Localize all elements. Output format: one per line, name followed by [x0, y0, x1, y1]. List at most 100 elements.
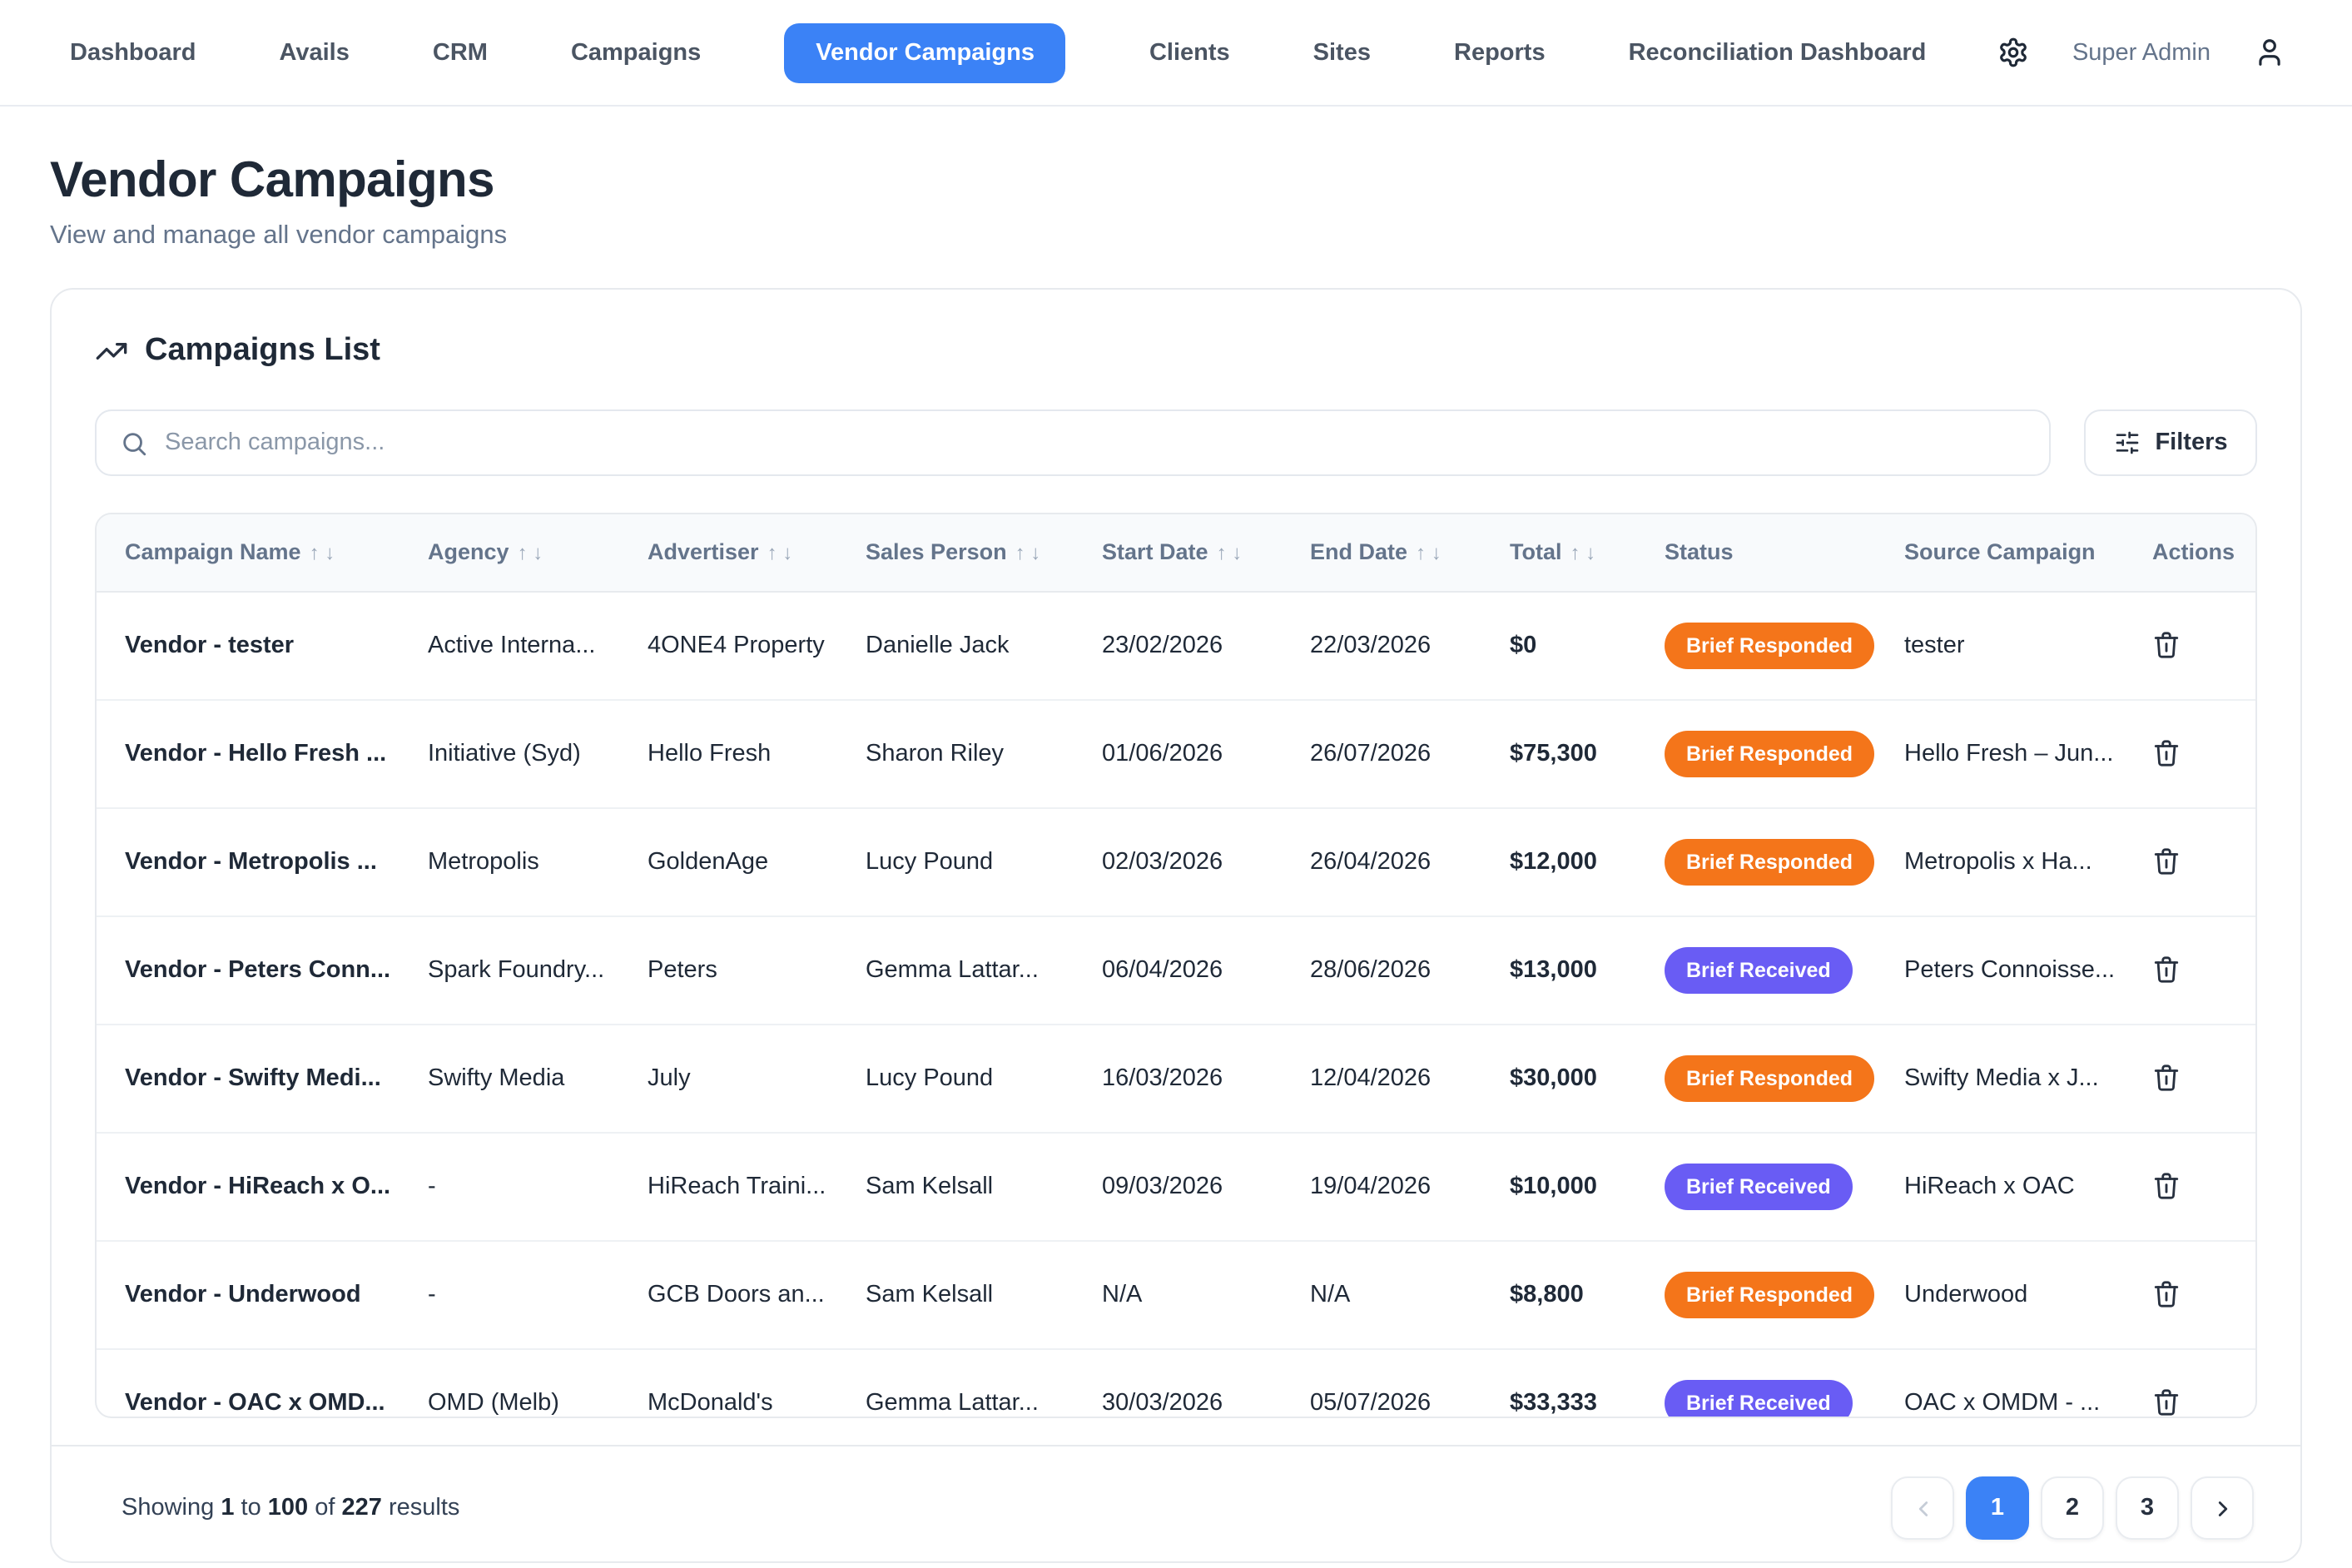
column-header-actions: Actions — [2124, 514, 2257, 591]
column-header-source-campaign: Source Campaign — [1876, 514, 2124, 591]
cell-source: tester — [1876, 591, 2124, 699]
nav-item-sites[interactable]: Sites — [1313, 39, 1371, 66]
cell-source: Swifty Media x J... — [1876, 1024, 2124, 1132]
results-summary: Showing 1 to 100 of 227 results — [122, 1495, 459, 1521]
cell-status: Brief Received — [1636, 1132, 1876, 1240]
chevron-right-icon — [2210, 1496, 2235, 1521]
nav-item-crm[interactable]: CRM — [433, 39, 488, 66]
nav-item-avails[interactable]: Avails — [280, 39, 350, 66]
cell-agency: - — [399, 1240, 619, 1348]
column-header-end-date[interactable]: End Date↑ ↓ — [1282, 514, 1481, 591]
sort-arrows-icon[interactable]: ↑ ↓ — [518, 542, 543, 565]
cell-advertiser: Peters — [619, 915, 837, 1024]
cell-campaign: Vendor - HiReach x O... — [97, 1132, 399, 1240]
nav-item-dashboard[interactable]: Dashboard — [70, 39, 196, 66]
delete-campaign-button[interactable] — [2152, 1064, 2181, 1092]
column-label: Source Campaign — [1904, 540, 2096, 565]
delete-campaign-button[interactable] — [2152, 1389, 2181, 1417]
user-name-label[interactable]: Super Admin — [2072, 39, 2211, 66]
sliders-icon — [2113, 429, 2140, 456]
delete-campaign-button[interactable] — [2152, 1280, 2181, 1308]
cell-status: Brief Responded — [1636, 1240, 1876, 1348]
delete-campaign-button[interactable] — [2152, 1172, 2181, 1200]
column-header-total[interactable]: Total ↑ ↓ — [1481, 514, 1636, 591]
cell-actions — [2124, 1024, 2257, 1132]
trash-icon — [2152, 1172, 2181, 1200]
cell-agency: OMD (Melb) — [399, 1348, 619, 1418]
cell-advertiser: July — [619, 1024, 837, 1132]
cell-actions — [2124, 591, 2257, 699]
sort-arrows-icon[interactable]: ↑ ↓ — [1217, 542, 1243, 565]
cell-advertiser: 4ONE4 Property — [619, 591, 837, 699]
cell-agency: Spark Foundry... — [399, 915, 619, 1024]
page-button-1[interactable]: 1 — [1966, 1476, 2029, 1540]
table-body: Vendor - testerActive Interna...4ONE4 Pr… — [97, 591, 2257, 1418]
cell-start: 16/03/2026 — [1074, 1024, 1282, 1132]
cell-status: Brief Received — [1636, 915, 1876, 1024]
cell-status: Brief Responded — [1636, 591, 1876, 699]
cell-sales: Lucy Pound — [837, 1024, 1074, 1132]
nav-item-campaigns[interactable]: Campaigns — [571, 39, 701, 66]
cell-agency: Swifty Media — [399, 1024, 619, 1132]
column-header-sales-person[interactable]: Sales Person↑ ↓ — [837, 514, 1074, 591]
account-button[interactable] — [2254, 37, 2285, 68]
cell-end: 19/04/2026 — [1282, 1132, 1481, 1240]
trash-icon — [2152, 739, 2181, 767]
sort-arrows-icon[interactable]: ↑ ↓ — [1015, 542, 1041, 565]
column-label: Start Date — [1102, 540, 1208, 565]
status-badge: Brief Responded — [1665, 730, 1874, 777]
cell-source: OAC x OMDM - ... — [1876, 1348, 2124, 1418]
delete-campaign-button[interactable] — [2152, 739, 2181, 767]
cell-status: Brief Responded — [1636, 699, 1876, 807]
nav-item-vendor-campaigns[interactable]: Vendor Campaigns — [784, 22, 1066, 82]
table-row: Vendor - Metropolis ...MetropolisGoldenA… — [97, 807, 2257, 915]
table-row: Vendor - OAC x OMD...OMD (Melb)McDonald'… — [97, 1348, 2257, 1418]
cell-actions — [2124, 1132, 2257, 1240]
page-title: Vendor Campaigns — [50, 153, 2302, 210]
cell-source: HiReach x OAC — [1876, 1132, 2124, 1240]
filters-button[interactable]: Filters — [2084, 409, 2257, 476]
table-row: Vendor - Hello Fresh ...Initiative (Syd)… — [97, 699, 2257, 807]
pagination: 123 — [1891, 1476, 2254, 1540]
column-header-advertiser[interactable]: Advertiser↑ ↓ — [619, 514, 837, 591]
nav-item-clients[interactable]: Clients — [1149, 39, 1230, 66]
status-badge: Brief Received — [1665, 1380, 1853, 1419]
cell-agency: Metropolis — [399, 807, 619, 915]
page-button-3[interactable]: 3 — [2116, 1476, 2179, 1540]
cell-start: 06/04/2026 — [1074, 915, 1282, 1024]
cell-status: Brief Received — [1636, 1348, 1876, 1418]
nav-item-reports[interactable]: Reports — [1454, 39, 1546, 66]
toolbar: Filters — [95, 409, 2257, 476]
cell-sales: Sharon Riley — [837, 699, 1074, 807]
nav-item-reconciliation-dashboard[interactable]: Reconciliation Dashboard — [1629, 39, 1927, 66]
cell-status: Brief Responded — [1636, 807, 1876, 915]
campaigns-card: Campaigns List Filters — [50, 288, 2302, 1563]
sort-arrows-icon[interactable]: ↑ ↓ — [1416, 542, 1441, 565]
page-button-2[interactable]: 2 — [2041, 1476, 2104, 1540]
column-label: Total — [1510, 540, 1562, 565]
delete-campaign-button[interactable] — [2152, 955, 2181, 984]
column-header-agency[interactable]: Agency↑ ↓ — [399, 514, 619, 591]
table-row: Vendor - Peters Conn...Spark Foundry...P… — [97, 915, 2257, 1024]
sort-arrows-icon[interactable]: ↑ ↓ — [310, 542, 335, 565]
trash-icon — [2152, 1389, 2181, 1417]
cell-end: 22/03/2026 — [1282, 591, 1481, 699]
column-label: Campaign Name — [125, 540, 301, 565]
status-badge: Brief Received — [1665, 946, 1853, 993]
cell-total: $33,333 — [1481, 1348, 1636, 1418]
sort-arrows-icon[interactable]: ↑ ↓ — [767, 542, 793, 565]
cell-start: N/A — [1074, 1240, 1282, 1348]
delete-campaign-button[interactable] — [2152, 631, 2181, 659]
sort-arrows-icon[interactable]: ↑ ↓ — [1570, 542, 1596, 565]
column-header-start-date[interactable]: Start Date ↑ ↓ — [1074, 514, 1282, 591]
settings-button[interactable] — [1997, 37, 2029, 68]
card-footer: Showing 1 to 100 of 227 results 123 — [52, 1445, 2300, 1540]
cell-start: 23/02/2026 — [1074, 591, 1282, 699]
search-input[interactable] — [165, 429, 2026, 456]
cell-sales: Sam Kelsall — [837, 1240, 1074, 1348]
column-header-campaign-name[interactable]: Campaign Name ↑ ↓ — [97, 514, 399, 591]
column-label: Status — [1665, 540, 1734, 565]
delete-campaign-button[interactable] — [2152, 847, 2181, 876]
previous-page-button[interactable] — [1891, 1476, 1954, 1540]
next-page-button[interactable] — [2191, 1476, 2254, 1540]
